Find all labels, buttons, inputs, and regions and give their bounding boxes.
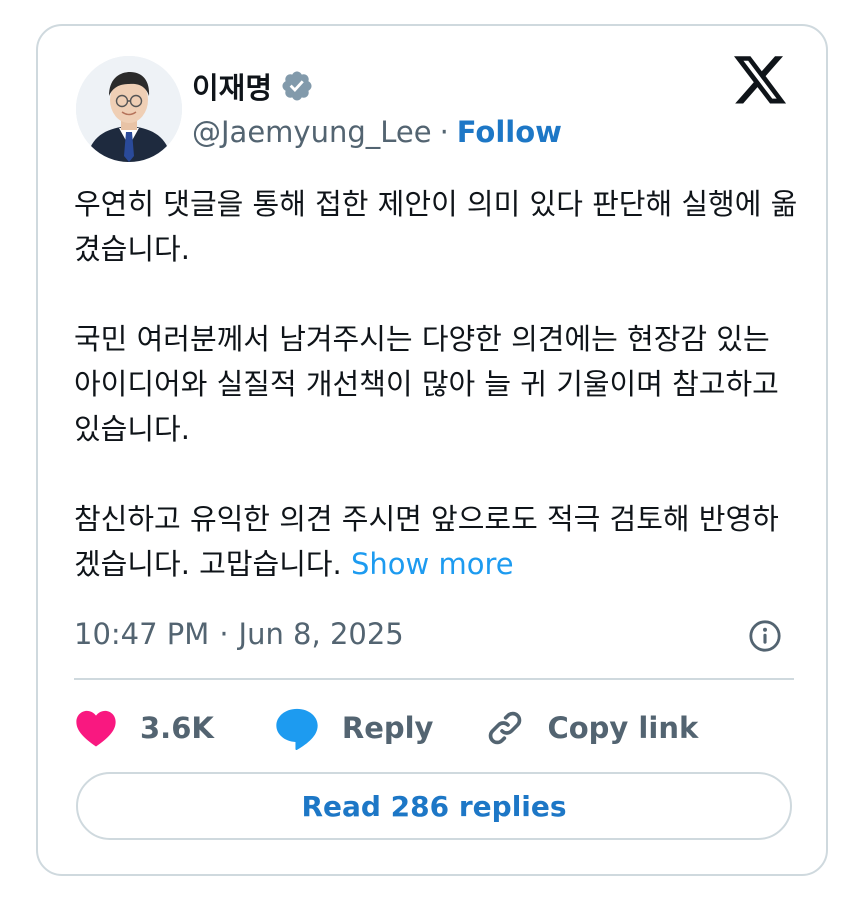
heart-icon <box>74 708 118 748</box>
divider <box>74 678 794 680</box>
show-more-link[interactable]: Show more <box>351 547 514 581</box>
post-text: 우연히 댓글을 통해 접한 제안이 의미 있다 판단해 실행에 옮겼습니다. 국… <box>74 182 802 587</box>
author-handle[interactable]: @Jaemyung_Lee <box>192 115 432 149</box>
link-icon <box>485 708 525 748</box>
reply-label: Reply <box>341 711 434 745</box>
handle-separator: · <box>439 115 449 149</box>
action-bar: 3.6K Reply Copy link <box>74 702 698 754</box>
reply-button[interactable]: Reply <box>274 706 434 750</box>
post-date[interactable]: Jun 8, 2025 <box>239 617 404 651</box>
author-name-row: 이재명 <box>192 64 314 108</box>
copy-link-label: Copy link <box>547 711 699 745</box>
like-button[interactable]: 3.6K <box>74 708 214 748</box>
post-card: 이재명 @Jaemyung_Lee · Follow 우연히 댓글을 통해 접한… <box>36 24 828 876</box>
verified-badge-icon <box>280 69 314 103</box>
author-name[interactable]: 이재명 <box>192 65 272 107</box>
read-replies-label: Read 286 replies <box>301 789 567 823</box>
like-count: 3.6K <box>140 711 214 745</box>
post-time[interactable]: 10:47 PM <box>74 617 209 651</box>
timestamp-row: 10:47 PM · Jun 8, 2025 <box>74 612 404 656</box>
post-paragraph: 참신하고 유익한 의견 주시면 앞으로도 적극 검토해 반영하겠습니다. 고맙습… <box>74 497 802 587</box>
post-paragraph: 우연히 댓글을 통해 접한 제안이 의미 있다 판단해 실행에 옮겼습니다. <box>74 187 798 266</box>
avatar[interactable] <box>76 56 182 162</box>
date-separator: · <box>219 617 229 651</box>
post-paragraph: 국민 여러분께서 남겨주시는 다양한 의견에는 현장감 있는 아이디어와 실질적… <box>74 322 779 446</box>
handle-row: @Jaemyung_Lee · Follow <box>192 110 562 154</box>
follow-button[interactable]: Follow <box>457 115 562 149</box>
speech-bubble-icon <box>274 706 320 750</box>
info-icon[interactable] <box>748 619 782 653</box>
x-logo-icon[interactable] <box>734 56 788 106</box>
copy-link-button[interactable]: Copy link <box>485 708 698 748</box>
read-replies-button[interactable]: Read 286 replies <box>76 772 792 840</box>
